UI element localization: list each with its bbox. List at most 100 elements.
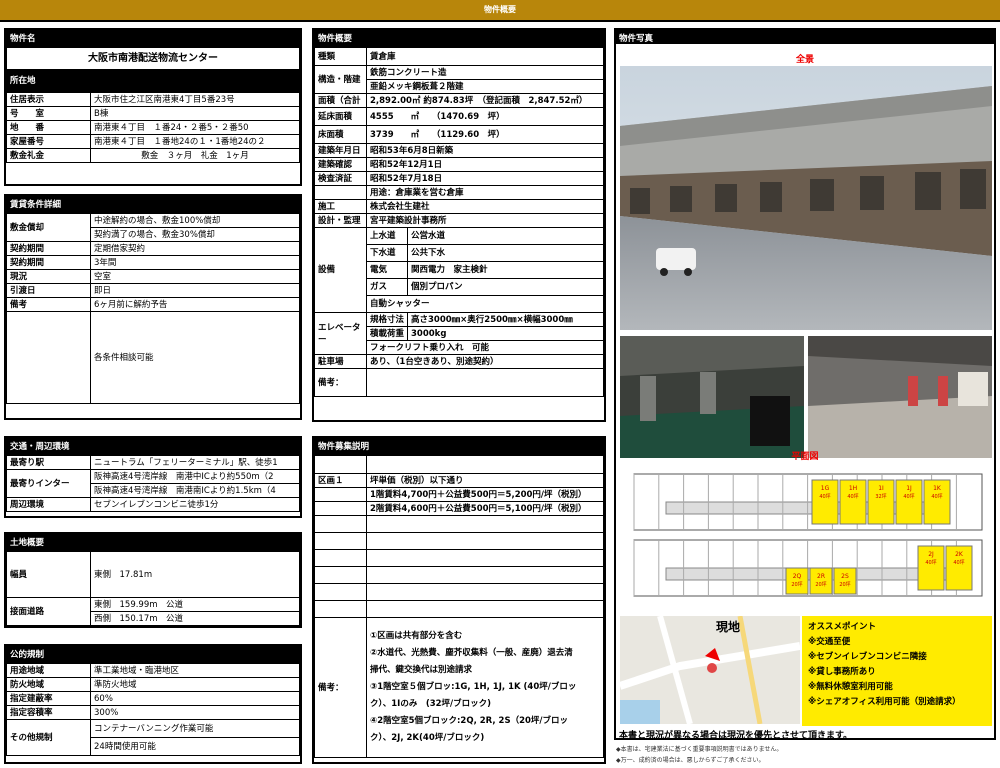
recommend-item-4: ※無料休憩室利用可能 bbox=[808, 682, 893, 692]
land-block: 土地概要 幅員 東側 17.81m 接面道路 東側 159.99m 公道 西側 15… bbox=[4, 532, 302, 628]
parking-label: 駐車場 bbox=[314, 354, 367, 369]
plan-unit-id: 2R bbox=[817, 573, 825, 580]
water-value: 公営水道 bbox=[407, 227, 604, 245]
recruit-title: 物件募集説明 bbox=[314, 438, 604, 456]
plan-unit-2j: 2J40坪 bbox=[917, 545, 945, 591]
transport-block: 交通・周辺環境 最寄り駅 ニュートラム「フェリーターミナル」駅、徒歩1 最寄りイン… bbox=[4, 436, 302, 518]
floor-plan-diagram: 1G40坪1H40坪1I32坪1J40坪1K40坪2J40坪2K40坪2Q20坪… bbox=[633, 473, 983, 597]
design-value: 宮平建築設計事務所 bbox=[366, 213, 604, 228]
photo-panel: 物件写真 全景 平面図 1G 40坪 1H 40坪 1I 32坪 1J 40坪 … bbox=[614, 28, 996, 741]
remark-line-3: 掃代、鍵交換代は別途請求 bbox=[370, 665, 473, 675]
lot-value: 南港東４丁目 １番24・２番5・２番50 bbox=[90, 120, 300, 135]
plan-unit-size: 20坪 bbox=[839, 581, 850, 588]
inspection-value: 昭和52年7月18日 bbox=[366, 171, 604, 186]
floor-plan-label: 平面図 bbox=[791, 452, 819, 462]
plan-unit-2r: 2R20坪 bbox=[809, 567, 833, 595]
other-regulation-label: その他規制 bbox=[6, 719, 91, 756]
property-name-value: 大阪市南港配送物流センター bbox=[6, 47, 300, 70]
design-label: 設計・監理 bbox=[314, 213, 367, 228]
frontage-road-west: 西側 150.17m 公道 bbox=[90, 611, 300, 626]
plan-unit-1i: 1I32坪 bbox=[867, 479, 895, 525]
area-label: 面積（合計 bbox=[314, 93, 367, 108]
address-value: 大阪市住之江区南港東4丁目5番23号 bbox=[90, 92, 300, 107]
handover-value: 即日 bbox=[90, 283, 300, 298]
location-map bbox=[620, 616, 800, 724]
regulation-title: 公的規制 bbox=[6, 646, 300, 664]
location-label: 所在地 bbox=[6, 69, 300, 92]
plan-unit-size: 40坪 bbox=[953, 559, 964, 566]
title-bar: 物件概要 bbox=[0, 0, 1000, 22]
price-line-1: 坪単価（税別）以下通り bbox=[366, 473, 604, 488]
plan-unit-size: 40坪 bbox=[931, 493, 942, 500]
plan-unit-id: 1J bbox=[906, 485, 912, 492]
overview-title: 物件概要 bbox=[314, 30, 604, 48]
deposit-key-value: 敷金 ３ヶ月 礼金 1ヶ月 bbox=[90, 148, 300, 163]
status-value: 空室 bbox=[90, 269, 300, 284]
plan-unit-1j: 1J40坪 bbox=[895, 479, 923, 525]
builder-value: 株式会社生建社 bbox=[366, 199, 604, 214]
total-floor-label: 延床面積 bbox=[314, 107, 367, 126]
section-1-label: 区画１ bbox=[314, 473, 367, 488]
structure-line-2: 亜鉛メッキ鋼板葺２階建 bbox=[366, 79, 604, 94]
station-label: 最寄り駅 bbox=[6, 455, 91, 470]
confirm-label: 建築確認 bbox=[314, 157, 367, 172]
plan-unit-2k: 2K40坪 bbox=[945, 545, 973, 591]
confirm-value: 昭和52年12月1日 bbox=[366, 157, 604, 172]
forklift-value: フォークリフト乗り入れ 可能 bbox=[366, 340, 604, 355]
equipment-label: 設備 bbox=[314, 227, 367, 313]
floor-area-label: 床面積 bbox=[314, 125, 367, 144]
plan-unit-1g: 1G40坪 bbox=[811, 479, 839, 525]
plan-unit-id: 2S bbox=[841, 573, 849, 580]
building-overview-block: 物件概要 種類 賃倉庫 構造・階建 鉄筋コンクリート造 亜鉛メッキ鋼板葺２階建 面積… bbox=[312, 28, 606, 422]
plan-unit-size: 40坪 bbox=[819, 493, 830, 500]
sewer-label: 下水道 bbox=[365, 244, 409, 262]
interchange-label: 最寄りインター bbox=[6, 469, 91, 498]
electric-value: 関西電力 家主検針 bbox=[407, 261, 604, 279]
structure-label: 構造・階建 bbox=[314, 65, 367, 94]
remark-line-7: ク）、2J, 2K(40坪/ブロック) bbox=[370, 733, 485, 743]
warehouse-interior-photo-2 bbox=[808, 336, 992, 458]
contract-term-label: 契約期間 bbox=[6, 255, 91, 270]
recommend-item-5: ※シェアオフィス利用可能（別途請求） bbox=[808, 697, 961, 707]
plan-unit-size: 32坪 bbox=[875, 493, 886, 500]
inspection-label: 検査済証 bbox=[314, 171, 367, 186]
use-value: 用途：倉庫業を営む倉庫 bbox=[366, 185, 604, 200]
deposit-line-1: 中途解約の場合、敷金100%償却 bbox=[90, 213, 300, 228]
gas-value: 個別プロパン bbox=[407, 278, 604, 296]
parking-value: あり、（1台空きあり、別途契約） bbox=[366, 354, 604, 369]
map-location-label: 現地 bbox=[716, 620, 741, 634]
address-label: 住居表示 bbox=[6, 92, 91, 107]
remark-line-4: ③1階空室５個ブロッ:1G, 1H, 1J, 1K (40坪/ブロッ bbox=[370, 682, 577, 692]
type-value: 賃倉庫 bbox=[366, 47, 604, 66]
plan-unit-id: 1K bbox=[933, 485, 942, 492]
plan-unit-id: 1H bbox=[849, 485, 857, 492]
interchange-line-1: 阪神高速4号湾岸線 南港中ICより約550m（2 bbox=[90, 469, 300, 484]
zoning-value: 準工業地域・臨港地区 bbox=[90, 663, 300, 678]
lot-label: 地 番 bbox=[6, 120, 91, 135]
recruit-block: 物件募集説明 区画１ 坪単価（税別）以下通り 1階賃料4,700円＋公益費500円… bbox=[312, 436, 606, 764]
plan-unit-1h: 1H40坪 bbox=[839, 479, 867, 525]
warehouse-interior-photo-1 bbox=[620, 336, 804, 458]
recommend-item-3: ※貸し事務所あり bbox=[808, 667, 876, 677]
recommend-title: オススメポイント bbox=[808, 622, 877, 632]
structure-line-1: 鉄筋コンクリート造 bbox=[366, 65, 604, 80]
plan-unit-id: 2Q bbox=[793, 573, 802, 580]
warehouse-exterior-photo bbox=[620, 66, 992, 330]
transport-title: 交通・周辺環境 bbox=[6, 438, 300, 456]
plan-unit-id: 1G bbox=[821, 485, 830, 492]
sewer-value: 公共下水 bbox=[407, 244, 604, 262]
contract-term-value: 3年間 bbox=[90, 255, 300, 270]
coverage-value: 60% bbox=[90, 691, 300, 706]
built-date-label: 建築年月日 bbox=[314, 143, 367, 158]
consult-note: 各条件相談可能 bbox=[90, 311, 300, 404]
plan-unit-size: 20坪 bbox=[791, 581, 802, 588]
station-value: ニュートラム「フェリーターミナル」駅、徒歩1 bbox=[90, 455, 300, 470]
house-number-label: 家屋番号 bbox=[6, 134, 91, 149]
handover-label: 引渡日 bbox=[6, 283, 91, 298]
floor-area-value: 3739 ㎡ （1129.60 坪） bbox=[366, 125, 604, 144]
price-line-2: 1階賃料4,700円＋公益費500円＝5,200円/坪（税別） bbox=[366, 487, 604, 502]
elevator-size-label: 規格寸法 bbox=[365, 312, 409, 327]
plan-unit-2s: 2S20坪 bbox=[833, 567, 857, 595]
lease-remarks-label: 備考 bbox=[6, 297, 91, 312]
overview-remarks-label: 備考： bbox=[314, 368, 367, 397]
